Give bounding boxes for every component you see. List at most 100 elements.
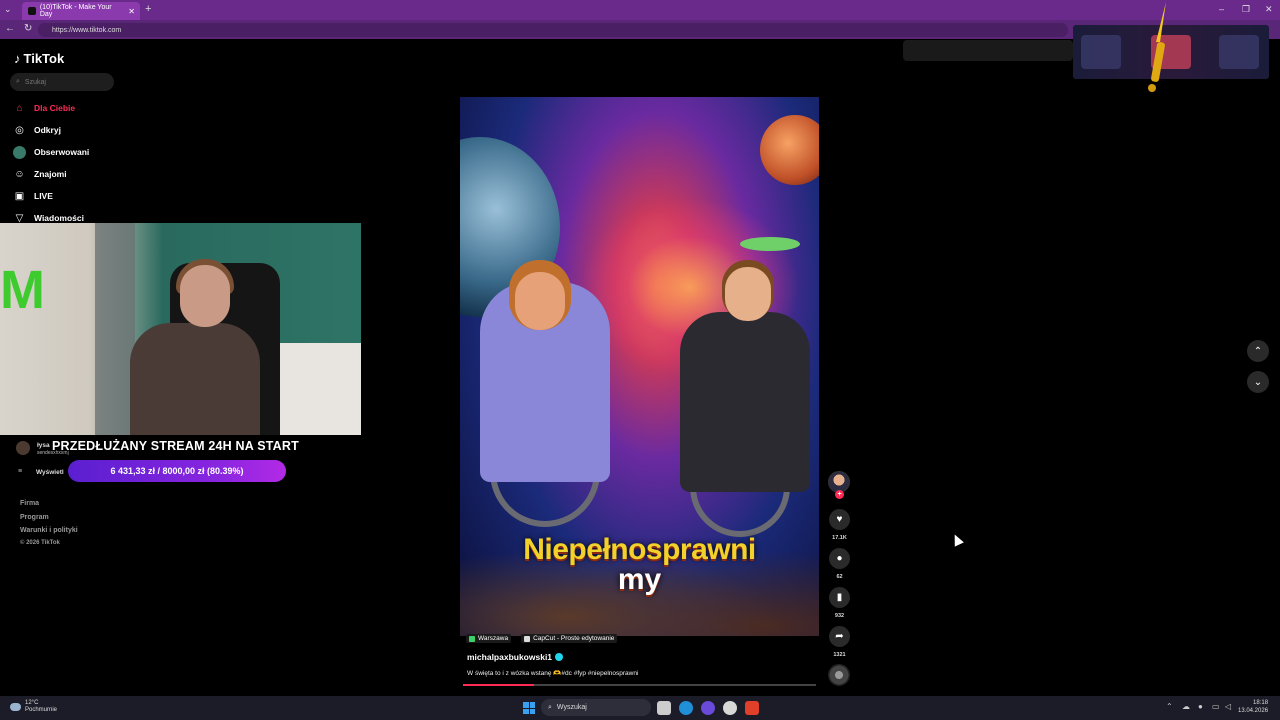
alert-tile [1081, 35, 1121, 69]
mouse-cursor [950, 532, 964, 547]
mic-icon[interactable]: ● [1198, 702, 1203, 711]
list-icon: ≡ [18, 468, 23, 475]
curtain [95, 223, 135, 435]
browser-titlebar [0, 0, 1280, 20]
video-title-line1: Niepełnosprawni [523, 533, 756, 566]
minimize-icon[interactable]: – [1219, 4, 1224, 14]
system-clock[interactable]: 18:18 13.04.2026 [1238, 699, 1268, 715]
tab-close-icon[interactable]: ✕ [128, 7, 135, 16]
save-button[interactable]: ▮ [829, 587, 850, 608]
back-icon[interactable]: ← [5, 23, 15, 34]
weather-desc: Pochmurnie [25, 707, 58, 713]
capcut-tag[interactable]: CapCut - Proste edytowanie [521, 634, 618, 643]
avatar-icon [13, 145, 26, 159]
location-label: Warszawa [478, 635, 509, 642]
taskbar-search-label: Wyszukaj [556, 704, 587, 711]
share-button[interactable]: ➦ [829, 626, 850, 647]
next-video-button[interactable]: ⌄ [1247, 371, 1269, 393]
find-in-page-bar[interactable] [903, 40, 1073, 61]
video-author[interactable]: michalpaxbukowski1 [467, 652, 564, 662]
sidebar-item-for-you[interactable]: ⌂ Dla Ciebie [13, 99, 75, 117]
alert-tile [1219, 35, 1259, 69]
network-icon[interactable]: ▭ [1212, 702, 1220, 711]
new-tab-button[interactable]: + [145, 3, 151, 15]
bed [270, 343, 361, 435]
tab-title: (10)TikTok - Make Your Day [39, 4, 112, 18]
sidebar-item-label: Obserwowani [34, 147, 90, 157]
video-player[interactable]: Niepełnosprawni my [460, 97, 819, 636]
close-window-icon[interactable]: ✕ [1265, 4, 1273, 15]
following-username[interactable]: łysa [37, 442, 50, 449]
copyright: © 2026 TikTok [20, 540, 60, 546]
home-icon: ⌂ [16, 102, 23, 114]
restore-icon[interactable]: ❐ [1242, 4, 1250, 15]
edge-icon[interactable] [679, 701, 693, 715]
tiktok-logo-text: TikTok [23, 51, 65, 66]
see-more-link[interactable]: Wyświetl [36, 469, 64, 476]
tiktok-favicon-icon [28, 7, 36, 15]
onedrive-icon[interactable]: ☁ [1182, 702, 1190, 711]
brave-icon[interactable] [745, 701, 759, 715]
search-placeholder: Szukaj [24, 78, 46, 86]
like-count: 17.1K [832, 535, 847, 541]
figure-right [680, 312, 810, 492]
share-icon: ➦ [835, 631, 844, 642]
taskbar-search[interactable]: ⌕ Wyszukaj [541, 699, 651, 716]
comment-button[interactable]: ● [829, 548, 850, 569]
sidebar-item-following[interactable]: Obserwowani [13, 143, 89, 161]
comment-count: 62 [836, 574, 843, 580]
previous-video-button[interactable]: ⌃ [1247, 340, 1269, 362]
follow-plus-icon[interactable]: + [835, 490, 844, 499]
tiktok-note-icon: ♪ [14, 51, 21, 66]
ufo [740, 237, 800, 251]
location-tag[interactable]: Warszawa [466, 634, 512, 643]
chevron-down-icon: ⌄ [1253, 376, 1263, 388]
heart-icon: ♥ [836, 514, 843, 525]
weather-widget[interactable]: 12°C Pochmurnie [10, 700, 57, 714]
knife-icon [1148, 2, 1166, 92]
tab-list-icon[interactable]: ⌄ [4, 4, 12, 15]
save-count: 932 [834, 613, 845, 619]
tiktok-logo[interactable]: ♪ TikTok [14, 51, 64, 66]
figure-left-head [515, 272, 565, 330]
compass-icon: ◎ [15, 124, 24, 136]
verified-icon [555, 653, 564, 661]
figure-right-head [725, 267, 771, 321]
video-tags: Warszawa CapCut - Proste edytowanie [466, 634, 618, 643]
task-view-icon[interactable] [657, 701, 671, 715]
donation-goal-text: 6 431,33 zł / 8000,00 zł (80.39%) [110, 466, 244, 476]
donation-goal-bar: 6 431,33 zł / 8000,00 zł (80.39%) [68, 460, 286, 482]
sidebar-item-label: Wiadomości [34, 213, 84, 223]
chrome-icon[interactable] [723, 701, 737, 715]
footer-link-terms[interactable]: Warunki i polityki [20, 527, 78, 534]
bookmark-icon: ▮ [836, 592, 843, 603]
clock-time: 18:18 [1253, 700, 1269, 706]
sidebar-item-live[interactable]: ▣ LIVE [13, 187, 53, 205]
sidebar-item-label: LIVE [34, 191, 53, 201]
weather-temp: 12°C [25, 700, 39, 706]
music-disc-icon[interactable] [828, 664, 850, 686]
video-seek-bar[interactable] [463, 684, 816, 686]
like-button[interactable]: ♥ [829, 509, 850, 530]
search-input[interactable]: ⌕ Szukaj [10, 73, 114, 91]
reload-icon[interactable]: ↻ [24, 23, 32, 34]
footer-link-company[interactable]: Firma [20, 500, 39, 507]
following-avatar[interactable] [16, 441, 30, 455]
tray-expand-icon[interactable]: ⌃ [1166, 702, 1173, 711]
video-caption: W święta to i z wózka wstanę 🫶#dc #fyp #… [467, 670, 639, 677]
sidebar-item-label: Znajomi [34, 169, 67, 179]
cloud-icon [10, 703, 21, 711]
browser-tab[interactable]: (10)TikTok - Make Your Day ✕ [22, 2, 140, 20]
volume-icon[interactable]: ◁ [1225, 702, 1231, 711]
sidebar-item-explore[interactable]: ◎ Odkryj [13, 121, 61, 139]
address-bar[interactable]: https://www.tiktok.com [38, 23, 1068, 37]
capcut-label: CapCut - Proste edytowanie [533, 635, 615, 642]
start-button[interactable] [523, 702, 535, 714]
discord-icon[interactable] [701, 701, 715, 715]
footer-link-program[interactable]: Program [20, 514, 49, 521]
search-icon: ⌕ [16, 78, 20, 85]
sidebar-item-label: Dla Ciebie [34, 103, 76, 113]
streamer-body [130, 323, 260, 435]
stream-alert-overlay [1073, 25, 1269, 79]
sidebar-item-friends[interactable]: ☺ Znajomi [13, 165, 67, 183]
